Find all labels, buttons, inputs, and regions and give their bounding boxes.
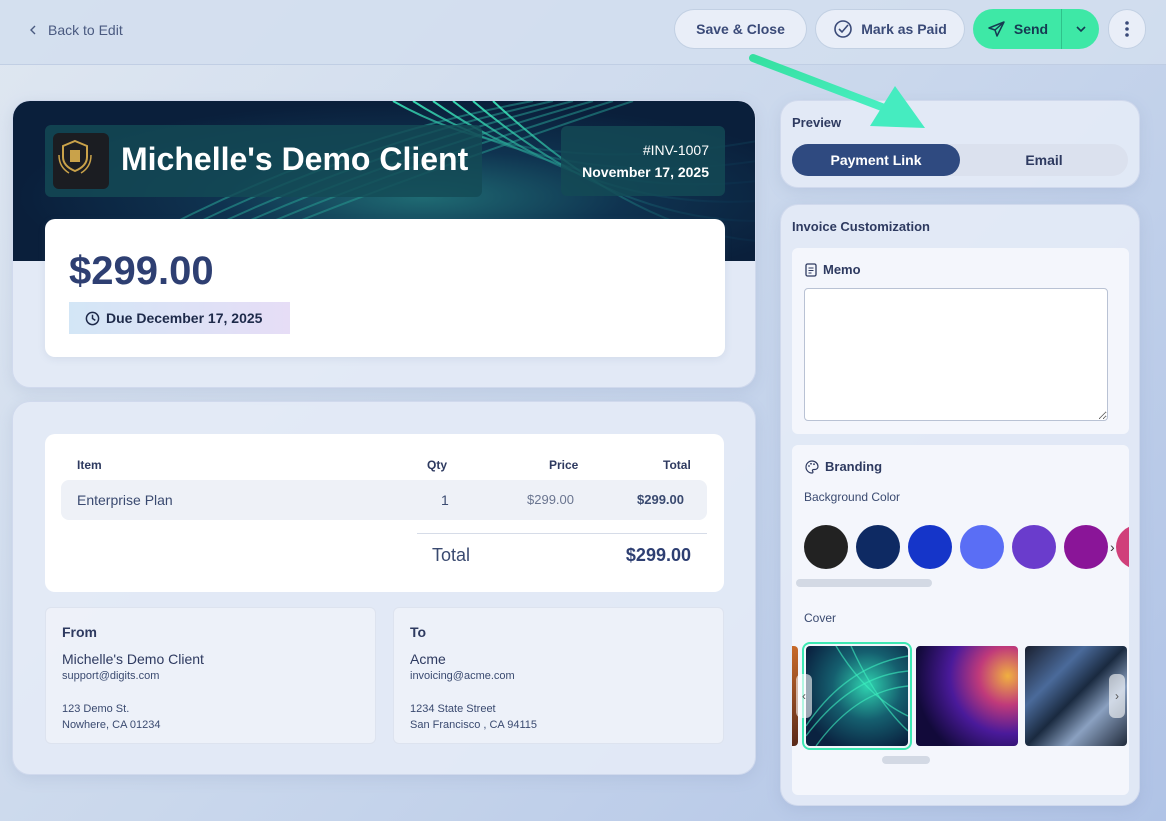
- cover-option-teal-selected[interactable]: [802, 642, 912, 750]
- total-divider: [417, 533, 707, 534]
- brand-box: Michelle's Demo Client: [45, 125, 482, 197]
- line-items-table: Item Qty Price Total Enterprise Plan 1 $…: [45, 434, 724, 592]
- from-name: Michelle's Demo Client: [62, 651, 204, 667]
- palette-icon: [805, 459, 819, 474]
- color-swatch-purple[interactable]: [1012, 525, 1056, 569]
- send-label: Send: [1013, 21, 1049, 37]
- color-swatch-periwinkle[interactable]: [960, 525, 1004, 569]
- branding-section: Branding Background Color › Cover ‹ ›: [792, 445, 1129, 795]
- column-header-total: Total: [663, 458, 691, 472]
- client-name-title: Michelle's Demo Client: [121, 141, 469, 177]
- cover-prev-icon[interactable]: ‹: [796, 674, 812, 718]
- preview-title: Preview: [792, 115, 842, 130]
- mark-as-paid-button[interactable]: Mark as Paid: [815, 9, 965, 49]
- top-bar: Back to Edit Save & Close Mark as Paid S…: [0, 0, 1166, 65]
- preview-option-email[interactable]: Email: [960, 144, 1128, 176]
- to-address-line1: 1234 State Street: [410, 703, 496, 715]
- invoice-items-card: Item Qty Price Total Enterprise Plan 1 $…: [12, 401, 756, 775]
- column-header-item: Item: [77, 458, 102, 472]
- document-icon: [805, 262, 817, 277]
- color-swatch-blue[interactable]: [908, 525, 952, 569]
- from-title: From: [62, 624, 97, 640]
- invoice-meta-box: #INV-1007 November 17, 2025: [561, 126, 725, 196]
- back-to-edit-link[interactable]: Back to Edit: [28, 20, 123, 40]
- memo-section: Memo: [792, 248, 1129, 434]
- column-header-qty: Qty: [427, 458, 448, 472]
- mark-as-paid-label: Mark as Paid: [861, 21, 947, 37]
- chevron-left-icon: [30, 25, 36, 35]
- from-section: From Michelle's Demo Client support@digi…: [45, 607, 376, 744]
- invoice-header-card: Michelle's Demo Client #INV-1007 Novembe…: [12, 100, 756, 388]
- cover-next-icon[interactable]: ›: [1109, 674, 1125, 718]
- branding-title: Branding: [825, 459, 883, 474]
- color-swatch-black[interactable]: [804, 525, 848, 569]
- from-address-line2: Nowhere, CA 01234: [62, 719, 161, 731]
- save-close-label: Save & Close: [696, 21, 785, 37]
- row-qty: 1: [441, 492, 449, 508]
- swatch-scrollbar[interactable]: [796, 579, 932, 587]
- back-to-edit-label: Back to Edit: [48, 22, 123, 38]
- cover-scrollbar[interactable]: [882, 756, 930, 764]
- total-value: $299.00: [625, 545, 691, 565]
- due-date-badge: Due December 17, 2025: [69, 302, 290, 334]
- check-circle-icon: [834, 20, 852, 38]
- amount-box: $299.00 Due December 17, 2025: [45, 219, 725, 357]
- amount-due: $299.00: [69, 249, 214, 293]
- row-item: Enterprise Plan: [77, 492, 173, 508]
- save-close-button[interactable]: Save & Close: [674, 9, 807, 49]
- column-header-price: Price: [549, 458, 579, 472]
- to-address: 1234 State Street San Francisco , CA 941…: [410, 701, 707, 733]
- memo-title: Memo: [823, 262, 861, 277]
- from-email: support@digits.com: [62, 670, 160, 682]
- due-date-label: Due December 17, 2025: [106, 310, 263, 326]
- to-section: To Acme invoicing@acme.com 1234 State St…: [393, 607, 724, 744]
- to-email: invoicing@acme.com: [410, 670, 515, 682]
- color-swatch-magenta[interactable]: [1064, 525, 1108, 569]
- preview-option-payment-link[interactable]: Payment Link: [792, 144, 960, 176]
- cover-label: Cover: [804, 611, 837, 625]
- invoice-number: #INV-1007: [642, 142, 709, 158]
- preview-toggle: Payment Link Email: [792, 144, 1128, 176]
- color-swatch-pink[interactable]: [1116, 525, 1129, 569]
- branding-header: Branding: [805, 459, 882, 474]
- invoice-date: November 17, 2025: [582, 164, 709, 180]
- brand-logo-icon: [53, 133, 109, 189]
- to-name: Acme: [410, 651, 446, 667]
- chevron-right-icon[interactable]: ›: [1110, 539, 1115, 555]
- cover-teal-art: [806, 646, 908, 746]
- memo-textarea[interactable]: [804, 288, 1108, 421]
- more-options-button[interactable]: [1108, 9, 1146, 49]
- total-label: Total: [432, 545, 471, 565]
- row-price: $299.00: [527, 492, 574, 507]
- chevron-down-icon: [1075, 26, 1086, 33]
- memo-header: Memo: [805, 262, 861, 277]
- invoice-customization-card: Invoice Customization Memo Branding Back…: [780, 204, 1140, 806]
- to-address-line2: San Francisco , CA 94115: [410, 719, 537, 731]
- to-title: To: [410, 624, 427, 640]
- clock-icon: [85, 311, 100, 325]
- preview-card: Preview Payment Link Email: [780, 100, 1140, 188]
- customization-title: Invoice Customization: [792, 219, 930, 234]
- row-total: $299.00: [637, 492, 684, 507]
- more-vertical-icon: [1125, 21, 1129, 37]
- paper-plane-icon: [988, 21, 1005, 37]
- from-address-line1: 123 Demo St.: [62, 703, 130, 715]
- from-address: 123 Demo St. Nowhere, CA 01234: [62, 701, 359, 733]
- send-options-button[interactable]: [1061, 9, 1099, 49]
- color-swatch-navy[interactable]: [856, 525, 900, 569]
- cover-option-purple[interactable]: [916, 646, 1018, 746]
- background-color-label: Background Color: [804, 490, 901, 504]
- table-row: Enterprise Plan 1 $299.00 $299.00: [61, 480, 707, 520]
- send-button[interactable]: Send: [973, 9, 1063, 49]
